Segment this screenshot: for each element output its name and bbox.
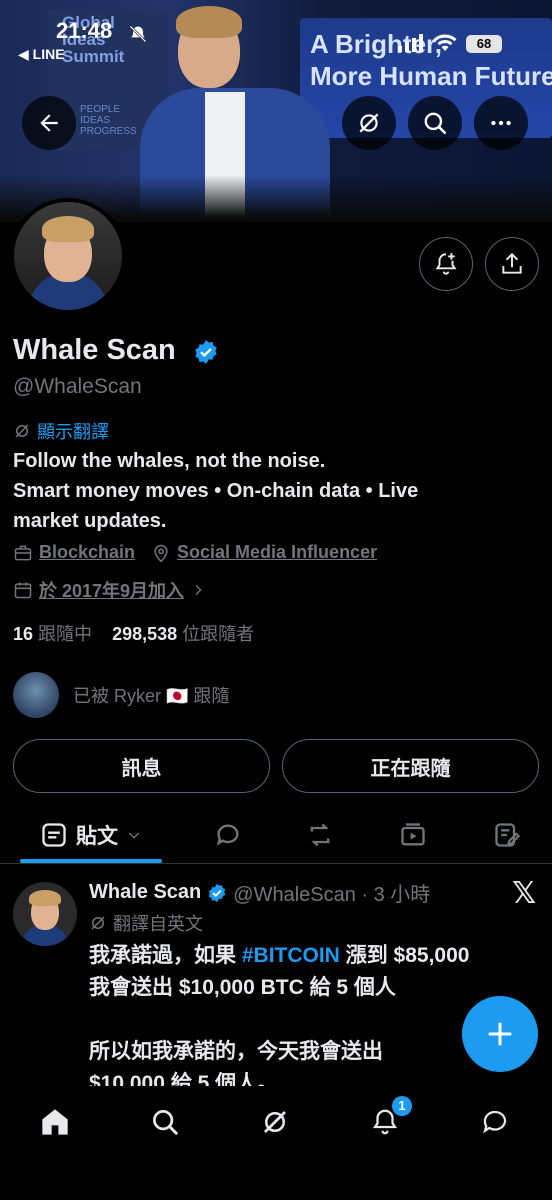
home-icon bbox=[42, 1109, 68, 1135]
search-icon bbox=[424, 112, 447, 135]
followed-by-row[interactable]: 已被 Ryker 🇯🇵 跟隨 bbox=[13, 672, 229, 718]
search-button[interactable] bbox=[408, 96, 462, 150]
verified-badge-icon bbox=[209, 883, 226, 902]
post-body: 我承諾過，如果 #BITCOIN 漲到 $85,000 我會送出 $10,000… bbox=[89, 940, 529, 1100]
article-edit-icon bbox=[495, 823, 521, 847]
tab-articles[interactable] bbox=[484, 806, 530, 864]
tab-reposts[interactable] bbox=[297, 806, 343, 864]
profile-name: Whale Scan bbox=[13, 334, 176, 366]
grok-button[interactable] bbox=[342, 96, 396, 150]
share-icon bbox=[502, 252, 522, 274]
post-translate-label: 翻譯自英文 bbox=[113, 914, 203, 934]
repost-icon bbox=[310, 823, 330, 847]
followers-count: 298,538 bbox=[112, 624, 178, 644]
post-avatar[interactable] bbox=[13, 882, 77, 946]
nav-search[interactable] bbox=[145, 1102, 185, 1142]
cellular-signal-icon bbox=[398, 34, 423, 52]
search-icon bbox=[153, 1110, 178, 1135]
profile-bio: Follow the whales, not the noise. Smart … bbox=[13, 450, 419, 532]
post-line1-pre: 我承諾過，如果 bbox=[89, 944, 242, 967]
compose-button[interactable] bbox=[462, 996, 538, 1072]
nav-grok[interactable] bbox=[255, 1102, 295, 1142]
calendar-icon bbox=[14, 582, 32, 599]
wifi-icon bbox=[433, 34, 457, 51]
banner-sign-subtext: PEOPLE IDEAS PROGRESS bbox=[80, 104, 137, 137]
following-link[interactable]: 16 跟隨中 bbox=[13, 624, 92, 644]
reply-icon bbox=[216, 824, 239, 846]
profile-meta-row: Blockchain Social Media Influencer bbox=[13, 542, 377, 563]
chevron-right-icon bbox=[195, 584, 202, 596]
post-header: Whale Scan @WhaleScan · 3 小時 bbox=[89, 878, 430, 907]
profile-category-link[interactable]: Blockchain bbox=[39, 542, 135, 563]
follow-counts: 16 跟隨中 298,538 位跟隨者 bbox=[13, 620, 254, 646]
bottom-navigation: 1 bbox=[0, 1086, 552, 1200]
active-tab-indicator bbox=[20, 859, 162, 863]
grok-icon bbox=[15, 424, 29, 438]
bell-muted-icon bbox=[129, 25, 147, 43]
message-bubble-icon bbox=[483, 1110, 507, 1134]
post-author-name[interactable]: Whale Scan bbox=[89, 881, 201, 904]
post-line1-post: 漲到 $85,000 bbox=[339, 944, 470, 967]
back-button[interactable] bbox=[22, 96, 76, 150]
post-line3: 所以如我承諾的，今天我會送出 bbox=[89, 1040, 383, 1063]
tab-replies[interactable] bbox=[205, 806, 251, 864]
followers-label: 位跟隨者 bbox=[182, 624, 255, 644]
chevron-down-icon bbox=[128, 832, 140, 839]
tab-posts[interactable]: 貼文 bbox=[20, 806, 162, 864]
plus-icon bbox=[488, 1022, 512, 1046]
location-pin-icon bbox=[154, 544, 168, 562]
followers-link[interactable]: 298,538 位跟隨者 bbox=[112, 624, 254, 644]
avatar-hair bbox=[42, 216, 94, 242]
back-to-app-link[interactable]: ◀ LINE bbox=[18, 46, 65, 63]
following-button[interactable]: 正在跟隨 bbox=[282, 739, 539, 793]
notify-subscribe-button[interactable] bbox=[419, 237, 473, 291]
more-dots-icon bbox=[491, 120, 511, 126]
message-button[interactable]: 訊息 bbox=[13, 739, 270, 793]
grok-icon bbox=[264, 1111, 286, 1133]
tab-posts-label: 貼文 bbox=[76, 825, 118, 848]
grok-icon bbox=[91, 916, 105, 930]
battery-indicator: 68 bbox=[466, 35, 502, 53]
nav-messages[interactable] bbox=[475, 1102, 515, 1142]
verified-badge-icon bbox=[195, 340, 217, 364]
bell-plus-icon bbox=[435, 253, 457, 275]
video-icon bbox=[401, 823, 425, 846]
following-label: 跟隨中 bbox=[38, 624, 93, 644]
followed-by-text: 已被 Ryker 🇯🇵 跟隨 bbox=[73, 686, 230, 706]
profile-location-link[interactable]: Social Media Influencer bbox=[177, 542, 377, 563]
x-logo-icon: 𝕏 bbox=[512, 877, 537, 910]
post-translate-link[interactable]: 翻譯自英文 bbox=[89, 910, 203, 936]
profile-joined-row[interactable]: 於 2017年9月加入 bbox=[13, 577, 206, 603]
post-line2: 我會送出 $10,000 BTC 給 5 個人 bbox=[89, 976, 396, 999]
briefcase-icon bbox=[14, 545, 32, 560]
more-options-button[interactable] bbox=[474, 96, 528, 150]
follower-avatar bbox=[13, 672, 59, 718]
nav-home[interactable] bbox=[35, 1102, 75, 1142]
profile-joined-date: 於 2017年9月加入 bbox=[39, 581, 185, 601]
profile-avatar[interactable] bbox=[10, 198, 126, 314]
share-button[interactable] bbox=[485, 237, 539, 291]
following-count: 16 bbox=[13, 624, 34, 644]
profile-tabs: 貼文 bbox=[0, 806, 552, 864]
posts-icon bbox=[42, 823, 66, 847]
grok-icon bbox=[359, 113, 379, 133]
profile-handle: @WhaleScan bbox=[13, 375, 142, 398]
show-translation-link[interactable]: 顯示翻譯 bbox=[13, 418, 109, 444]
banner-speaker-hair bbox=[176, 6, 242, 38]
banner-stage-text: A Brighter, More Human Future bbox=[310, 29, 552, 91]
status-time: 21:48 bbox=[56, 18, 113, 43]
post-hashtag-link[interactable]: #BITCOIN bbox=[242, 944, 340, 967]
show-translation-label: 顯示翻譯 bbox=[37, 422, 109, 442]
arrow-left-icon bbox=[40, 114, 58, 132]
post-avatar-hair bbox=[29, 890, 61, 906]
tab-media[interactable] bbox=[390, 806, 436, 864]
post-handle-time: @WhaleScan · 3 小時 bbox=[233, 884, 431, 906]
notification-badge: 1 bbox=[392, 1096, 412, 1116]
